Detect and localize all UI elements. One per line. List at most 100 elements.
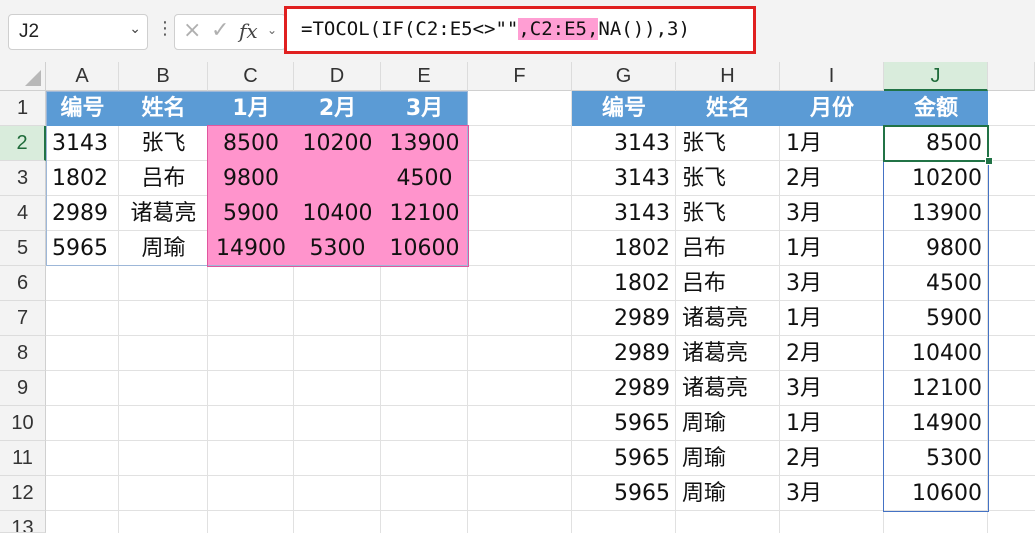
row-header-11[interactable]: 11 <box>0 441 46 476</box>
result-cell[interactable]: 周瑜 <box>676 406 780 441</box>
column-header-e[interactable]: E <box>381 62 468 91</box>
result-cell[interactable]: 8500 <box>884 126 988 161</box>
result-cell[interactable]: 4500 <box>884 266 988 301</box>
name-box[interactable]: J2 ⌄ <box>8 14 148 50</box>
fill-handle[interactable] <box>985 157 993 165</box>
result-cell[interactable]: 2989 <box>572 336 676 371</box>
result-cell[interactable]: 诸葛亮 <box>676 336 780 371</box>
source-cell[interactable]: 诸葛亮 <box>119 196 208 231</box>
result-cell[interactable]: 周瑜 <box>676 441 780 476</box>
source-header-cell[interactable]: 2月 <box>294 91 381 126</box>
result-cell[interactable]: 5965 <box>572 406 676 441</box>
result-cell[interactable]: 诸葛亮 <box>676 301 780 336</box>
source-cell[interactable]: 13900 <box>381 126 468 161</box>
result-cell[interactable]: 张飞 <box>676 196 780 231</box>
source-cell[interactable]: 4500 <box>381 161 468 196</box>
source-cell[interactable]: 5965 <box>46 231 119 266</box>
result-cell[interactable]: 吕布 <box>676 266 780 301</box>
source-cell[interactable]: 10400 <box>294 196 381 231</box>
result-cell[interactable]: 3143 <box>572 161 676 196</box>
source-header-cell[interactable]: 姓名 <box>119 91 208 126</box>
result-cell[interactable]: 2月 <box>780 161 884 196</box>
column-header-k[interactable] <box>988 62 1035 91</box>
result-cell[interactable]: 2月 <box>780 441 884 476</box>
result-cell[interactable]: 2989 <box>572 301 676 336</box>
column-header-i[interactable]: I <box>780 62 884 91</box>
source-cell[interactable]: 10600 <box>381 231 468 266</box>
column-header-b[interactable]: B <box>119 62 208 91</box>
source-cell[interactable]: 3143 <box>46 126 119 161</box>
source-cell[interactable]: 9800 <box>208 161 294 196</box>
result-cell[interactable]: 5965 <box>572 476 676 511</box>
result-cell[interactable]: 2989 <box>572 371 676 406</box>
source-cell[interactable]: 周瑜 <box>119 231 208 266</box>
more-options-icon[interactable]: ⋮ <box>156 18 174 39</box>
row-header-5[interactable]: 5 <box>0 231 46 266</box>
result-cell[interactable]: 14900 <box>884 406 988 441</box>
result-header-cell[interactable]: 月份 <box>780 91 884 126</box>
row-header-12[interactable]: 12 <box>0 476 46 511</box>
result-cell[interactable]: 吕布 <box>676 231 780 266</box>
result-cell[interactable]: 1802 <box>572 231 676 266</box>
result-cell[interactable]: 张飞 <box>676 161 780 196</box>
result-cell[interactable]: 1月 <box>780 406 884 441</box>
row-header-6[interactable]: 6 <box>0 266 46 301</box>
row-header-8[interactable]: 8 <box>0 336 46 371</box>
source-cell[interactable]: 张飞 <box>119 126 208 161</box>
row-header-7[interactable]: 7 <box>0 301 46 336</box>
result-cell[interactable]: 12100 <box>884 371 988 406</box>
column-header-h[interactable]: H <box>676 62 780 91</box>
enter-icon[interactable]: ✓ <box>211 18 229 43</box>
chevron-down-icon[interactable]: ⌄ <box>129 21 141 37</box>
cancel-icon[interactable]: × <box>183 18 201 43</box>
result-cell[interactable]: 2月 <box>780 336 884 371</box>
result-cell[interactable]: 13900 <box>884 196 988 231</box>
result-cell[interactable]: 3月 <box>780 371 884 406</box>
result-cell[interactable]: 3月 <box>780 476 884 511</box>
source-cell[interactable]: 14900 <box>208 231 294 266</box>
column-header-a[interactable]: A <box>46 62 119 91</box>
result-cell[interactable]: 10600 <box>884 476 988 511</box>
source-cell[interactable]: 1802 <box>46 161 119 196</box>
result-cell[interactable]: 3月 <box>780 196 884 231</box>
source-cell[interactable]: 10200 <box>294 126 381 161</box>
column-header-f[interactable]: F <box>468 62 572 91</box>
row-header-2[interactable]: 2 <box>0 126 46 161</box>
source-cell[interactable]: 12100 <box>381 196 468 231</box>
insert-function-icon[interactable]: fx <box>239 19 258 43</box>
result-cell[interactable]: 5900 <box>884 301 988 336</box>
chevron-down-icon[interactable]: ⌄ <box>267 23 277 37</box>
result-header-cell[interactable]: 编号 <box>572 91 676 126</box>
source-cell[interactable]: 2989 <box>46 196 119 231</box>
row-header-1[interactable]: 1 <box>0 91 46 126</box>
column-header-g[interactable]: G <box>572 62 676 91</box>
source-header-cell[interactable]: 1月 <box>208 91 294 126</box>
result-cell[interactable]: 5965 <box>572 441 676 476</box>
column-header-c[interactable]: C <box>208 62 294 91</box>
result-cell[interactable]: 1月 <box>780 301 884 336</box>
result-cell[interactable]: 周瑜 <box>676 476 780 511</box>
source-cell[interactable]: 5300 <box>294 231 381 266</box>
result-cell[interactable]: 张飞 <box>676 126 780 161</box>
source-header-cell[interactable]: 编号 <box>46 91 119 126</box>
result-cell[interactable]: 3143 <box>572 126 676 161</box>
result-cell[interactable]: 诸葛亮 <box>676 371 780 406</box>
row-header-4[interactable]: 4 <box>0 196 46 231</box>
result-header-cell[interactable]: 金额 <box>884 91 988 126</box>
row-header-10[interactable]: 10 <box>0 406 46 441</box>
row-header-9[interactable]: 9 <box>0 371 46 406</box>
result-cell[interactable]: 9800 <box>884 231 988 266</box>
source-cell[interactable] <box>294 161 381 196</box>
result-cell[interactable]: 10400 <box>884 336 988 371</box>
source-cell[interactable]: 5900 <box>208 196 294 231</box>
result-cell[interactable]: 1月 <box>780 126 884 161</box>
result-cell[interactable]: 3143 <box>572 196 676 231</box>
source-cell[interactable]: 吕布 <box>119 161 208 196</box>
result-header-cell[interactable]: 姓名 <box>676 91 780 126</box>
row-header-3[interactable]: 3 <box>0 161 46 196</box>
column-header-j[interactable]: J <box>884 62 988 91</box>
result-cell[interactable]: 1802 <box>572 266 676 301</box>
result-cell[interactable]: 3月 <box>780 266 884 301</box>
source-cell[interactable]: 8500 <box>208 126 294 161</box>
result-cell[interactable]: 10200 <box>884 161 988 196</box>
